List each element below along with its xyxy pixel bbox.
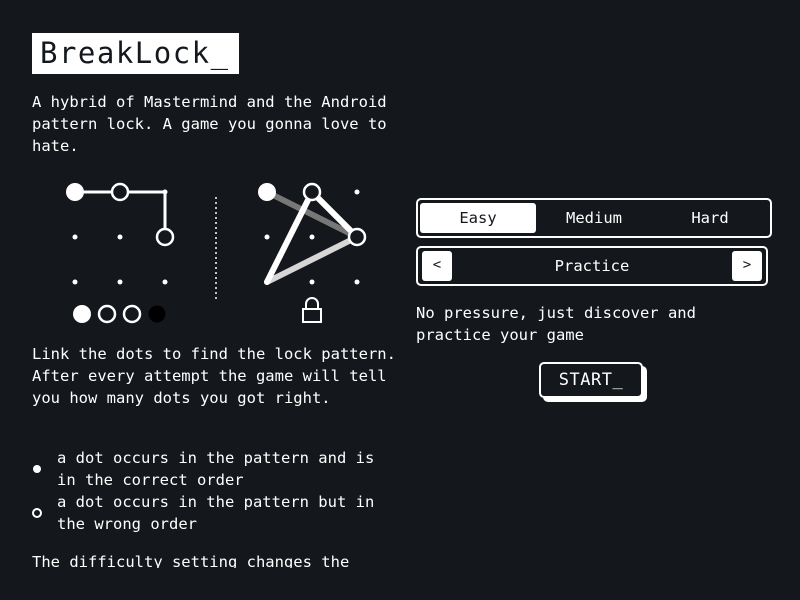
pattern-dot	[72, 234, 78, 240]
pattern-dot	[354, 279, 360, 285]
pattern-dot	[117, 234, 123, 240]
pattern-dot	[66, 183, 84, 201]
mode-label: Practice	[554, 257, 630, 275]
feedback-full-dot	[73, 305, 91, 323]
pattern-dot	[264, 279, 270, 285]
pattern-dot	[110, 182, 130, 202]
legend-item-correct-order: a dot occurs in the pattern and is in th…	[32, 447, 402, 491]
feedback-empty-dot	[148, 305, 166, 323]
pattern-dot	[117, 279, 123, 285]
feedback-hollow-dot	[122, 304, 142, 324]
start-button-wrapper: START_	[539, 362, 651, 402]
pattern-dot	[309, 234, 315, 240]
pattern-illustration	[40, 175, 410, 330]
legend: a dot occurs in the pattern and is in th…	[32, 447, 402, 535]
pattern-dot	[302, 182, 322, 202]
mode-selector: < Practice >	[416, 246, 768, 286]
solution-pattern	[258, 182, 367, 285]
howto-text: Link the dots to find the lock pattern. …	[32, 345, 396, 407]
mode-description: No pressure, just discover and practice …	[416, 304, 696, 344]
lock-icon	[302, 297, 322, 323]
pattern-dot	[162, 189, 168, 195]
mode-prev-button[interactable]: <	[422, 251, 452, 281]
difficulty-hard-button[interactable]: Hard	[652, 203, 768, 233]
difficulty-explanation-text: The difficulty setting changes the	[32, 553, 350, 568]
hollow-dot-icon	[32, 508, 42, 518]
app-logo: BreakLock_	[32, 33, 239, 74]
feedback-hollow-dot	[97, 304, 117, 324]
legend-text: a dot occurs in the pattern but in the w…	[57, 493, 375, 533]
pattern-dot	[72, 279, 78, 285]
legend-item-wrong-order: a dot occurs in the pattern but in the w…	[32, 491, 402, 535]
intro-text: A hybrid of Mastermind and the Android p…	[32, 93, 387, 155]
pattern-dot	[258, 183, 276, 201]
pattern-dot	[162, 279, 168, 285]
attempt-pattern	[66, 182, 175, 285]
pattern-illustration-svg	[66, 182, 367, 324]
difficulty-easy-button[interactable]: Easy	[420, 203, 536, 233]
difficulty-medium-button[interactable]: Medium	[536, 203, 652, 233]
pattern-dot	[309, 279, 315, 285]
filled-dot-icon	[33, 465, 41, 473]
feedback-indicators	[73, 304, 166, 324]
pattern-dot	[354, 189, 360, 195]
mode-next-button[interactable]: >	[732, 251, 762, 281]
pattern-dot	[264, 234, 270, 240]
difficulty-selector: Easy Medium Hard	[416, 198, 772, 238]
start-button[interactable]: START_	[539, 362, 643, 398]
legend-text: a dot occurs in the pattern and is in th…	[57, 449, 375, 489]
pattern-dot	[347, 227, 367, 247]
pattern-dot	[155, 227, 175, 247]
